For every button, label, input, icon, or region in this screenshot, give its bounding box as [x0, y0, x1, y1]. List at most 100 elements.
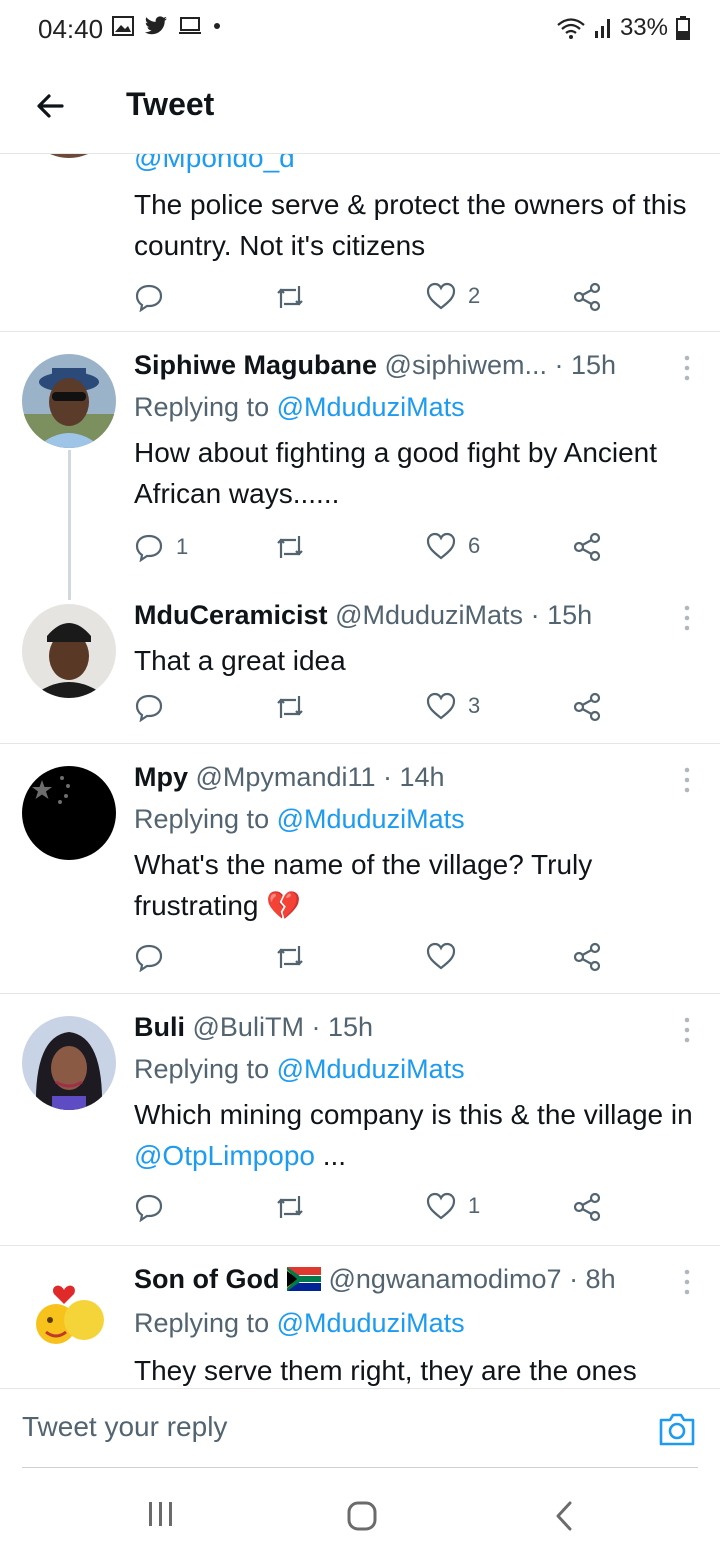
more-vertical-icon[interactable]: [682, 604, 692, 632]
retweet-button[interactable]: [274, 692, 306, 722]
like-button[interactable]: 3: [426, 692, 480, 720]
tweet-partial[interactable]: @Mpondo_d The police serve & protect the…: [0, 154, 720, 332]
back-icon[interactable]: [554, 1500, 574, 1532]
dot-icon: [214, 23, 220, 29]
tweet-handle: @Mpondo_d: [134, 154, 295, 173]
share-button[interactable]: [572, 942, 602, 972]
more-vertical-icon[interactable]: [682, 1016, 692, 1044]
avatar[interactable]: [22, 1016, 116, 1110]
tweet-header: Siphiwe Magubane @siphiwem... · 15h: [134, 350, 680, 381]
author-handle: @MduduziMats: [335, 600, 524, 630]
page-title: Tweet: [126, 86, 215, 122]
author-name[interactable]: Siphiwe Magubane: [134, 350, 377, 380]
retweet-icon: [277, 536, 303, 558]
retweet-button[interactable]: [274, 942, 306, 972]
tweet-buli[interactable]: Buli @BuliTM · 15h Replying to @MduduziM…: [0, 994, 720, 1246]
like-button[interactable]: 1: [426, 1192, 480, 1220]
like-button[interactable]: 6: [426, 532, 480, 560]
tweet-siphiwe[interactable]: Siphiwe Magubane @siphiwem... · 15h Repl…: [0, 332, 720, 600]
reply-button[interactable]: [134, 942, 164, 972]
retweet-button[interactable]: [274, 1192, 306, 1222]
tweet-actions: 1 6: [134, 532, 614, 564]
replying-to: Replying to @MduduziMats: [134, 392, 465, 422]
like-button[interactable]: 2: [426, 282, 480, 310]
home-icon[interactable]: [346, 1500, 378, 1532]
reply-composer: Tweet your reply: [0, 1388, 720, 1468]
share-button[interactable]: [572, 692, 602, 722]
system-nav-bar: [0, 1470, 720, 1560]
mention-link[interactable]: @MduduziMats: [277, 392, 465, 422]
broken-heart-emoji: 💔: [266, 890, 302, 921]
avatar[interactable]: [22, 154, 116, 158]
tweet-text: How about fighting a good fight by Ancie…: [134, 437, 658, 509]
tweet-time: · 8h: [569, 1264, 616, 1294]
like-icon: [426, 692, 456, 720]
reply-button[interactable]: [134, 282, 164, 312]
mention-link[interactable]: @MduduziMats: [277, 1054, 465, 1084]
gallery-icon: [112, 16, 134, 36]
like-icon: [426, 532, 456, 560]
more-vertical-icon[interactable]: [682, 354, 692, 382]
tweet-text: They serve them right, they are the ones: [134, 1355, 637, 1386]
retweet-button[interactable]: [274, 282, 306, 312]
mention-link[interactable]: @MduduziMats: [277, 804, 465, 834]
south-africa-flag-icon: [286, 1267, 321, 1291]
author-name[interactable]: Son of God: [134, 1264, 279, 1294]
share-icon: [573, 282, 601, 312]
reply-button[interactable]: [134, 1192, 164, 1222]
camera-icon[interactable]: [658, 1411, 696, 1447]
reply-button[interactable]: [134, 692, 164, 722]
tweet-time: · 15h: [530, 600, 593, 630]
like-count: 2: [468, 283, 481, 308]
avatar[interactable]: [22, 604, 116, 698]
share-button[interactable]: [572, 282, 602, 312]
reply-button[interactable]: 1: [134, 532, 188, 562]
reply-icon: [135, 1194, 163, 1222]
like-icon: [426, 282, 456, 310]
more-vertical-icon[interactable]: [682, 766, 692, 794]
thread-line: [68, 450, 71, 600]
tweet-header: Son of God @ngwanamodimo7 · 8h: [134, 1264, 680, 1295]
tweet-header: MduCeramicist @MduduziMats · 15h: [134, 600, 680, 631]
battery-icon: [676, 16, 690, 40]
divider: [22, 1467, 698, 1468]
mention-link[interactable]: @MduduziMats: [277, 1308, 465, 1338]
author-handle: @ngwanamodimo7: [328, 1264, 562, 1294]
reply-icon: [135, 694, 163, 722]
retweet-icon: [277, 946, 303, 968]
status-time: 04:40: [38, 14, 104, 44]
author-name[interactable]: MduCeramicist: [134, 600, 328, 630]
like-button[interactable]: [426, 942, 456, 970]
like-icon: [426, 942, 456, 970]
more-vertical-icon[interactable]: [682, 1268, 692, 1296]
signal-icon: [594, 19, 610, 38]
retweet-icon: [277, 1196, 303, 1218]
tweet-mpy[interactable]: Mpy @Mpymandi11 · 14h Replying to @Mdudu…: [0, 744, 720, 994]
avatar[interactable]: [22, 354, 116, 448]
like-count: 6: [468, 533, 481, 558]
mention-link[interactable]: @OtpLimpopo: [134, 1140, 315, 1171]
author-handle: @BuliTM: [192, 1012, 304, 1042]
retweet-button[interactable]: [274, 532, 306, 562]
author-name[interactable]: Buli: [134, 1012, 185, 1042]
tweet-header: Buli @BuliTM · 15h: [134, 1012, 680, 1043]
avatar[interactable]: [22, 766, 116, 860]
like-icon: [426, 1192, 456, 1220]
tweet-time: · 15h: [311, 1012, 373, 1042]
device-icon: [179, 17, 201, 34]
share-button[interactable]: [572, 532, 602, 562]
reply-feed: @Mpondo_d The police serve & protect the…: [0, 154, 720, 1388]
reply-input[interactable]: Tweet your reply: [22, 1411, 227, 1443]
back-arrow-icon[interactable]: [30, 86, 70, 126]
tweet-son-of-god[interactable]: Son of God @ngwanamodimo7 · 8h Replying …: [0, 1246, 720, 1388]
replying-to: Replying to @MduduziMats: [134, 1308, 465, 1338]
tweet-mduceramicist[interactable]: MduCeramicist @MduduziMats · 15h That a …: [0, 588, 720, 744]
tweet-actions: 1: [134, 1192, 614, 1224]
author-name[interactable]: Mpy: [134, 762, 188, 792]
recent-apps-icon[interactable]: [146, 1500, 176, 1528]
reply-icon: [135, 284, 163, 312]
tweet-text: That a great idea: [134, 645, 346, 676]
avatar[interactable]: [22, 1268, 116, 1362]
notification-icons: [112, 16, 222, 36]
share-button[interactable]: [572, 1192, 602, 1222]
